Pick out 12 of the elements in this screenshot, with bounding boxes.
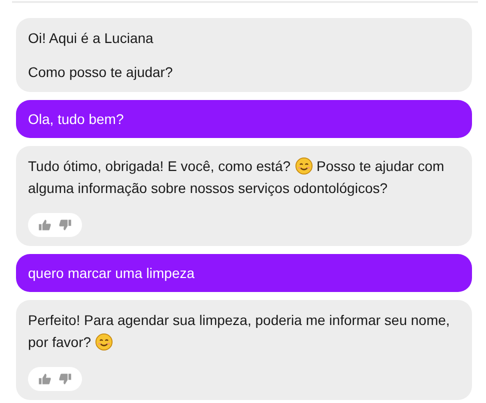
smiley-icon [95,333,114,351]
message-text: Como posso te ajudar? [28,63,174,82]
thumbs-down-icon[interactable] [58,372,72,386]
message-text: quero marcar uma limpeza [28,264,196,283]
message-text: Ola, tudo bem? [28,110,125,129]
message-text: Tudo ótimo, obrigada! E você, como está? Posso te ajudar com alguma informação sobre nossos serviços odontológicos? [28,156,446,198]
thumbs-down-icon[interactable] [58,218,72,232]
thumbs-up-icon[interactable] [38,218,52,232]
thumbs-up-icon[interactable] [38,372,52,386]
message-text: Perfeito! Para agendar sua limpeza, poderia me informar seu nome, por favor? [28,311,451,353]
message-text: Oi! Aqui é a Luciana [28,29,154,48]
smiley-icon [294,157,313,175]
